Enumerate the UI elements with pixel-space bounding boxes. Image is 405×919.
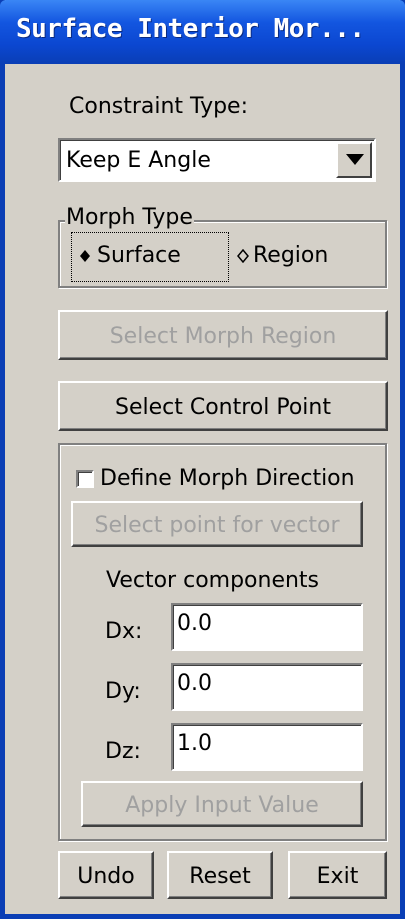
select-morph-region-label: Select Morph Region: [109, 324, 337, 349]
undo-button[interactable]: Undo: [58, 851, 154, 899]
dy-label: Dy:: [105, 679, 141, 704]
define-morph-direction-checkbox[interactable]: [76, 470, 94, 488]
title-bar[interactable]: Surface Interior Mor...: [0, 0, 405, 64]
apply-input-value-label: Apply Input Value: [125, 793, 319, 818]
window-title: Surface Interior Mor...: [16, 14, 365, 44]
radio-surface-label: Surface: [97, 243, 181, 268]
radio-region-label: Region: [253, 243, 329, 268]
reset-label: Reset: [189, 864, 251, 889]
constraint-type-label: Constraint Type:: [69, 94, 248, 119]
diamond-filled-icon: [80, 250, 90, 262]
diamond-outline-icon: [237, 248, 249, 264]
undo-label: Undo: [77, 864, 135, 889]
dx-label: Dx:: [105, 619, 143, 644]
morph-dialog: Surface Interior Mor... Constraint Type:…: [0, 0, 405, 919]
radio-surface[interactable]: Surface: [79, 243, 181, 268]
select-control-point-label: Select Control Point: [114, 395, 331, 420]
radio-region[interactable]: Region: [237, 243, 328, 268]
exit-button[interactable]: Exit: [288, 851, 387, 899]
dy-input[interactable]: 0.0: [171, 663, 363, 711]
select-morph-region-button[interactable]: Select Morph Region: [58, 310, 388, 360]
constraint-type-dropdown[interactable]: Keep E Angle: [58, 138, 376, 182]
apply-input-value-button[interactable]: Apply Input Value: [81, 781, 363, 827]
select-point-for-vector-label: Select point for vector: [94, 513, 340, 538]
dz-input[interactable]: 1.0: [171, 723, 363, 771]
dropdown-button[interactable]: [336, 142, 372, 178]
constraint-type-value: Keep E Angle: [66, 148, 211, 173]
vector-components-heading: Vector components: [106, 568, 320, 593]
exit-label: Exit: [316, 864, 359, 889]
dz-label: Dz:: [105, 739, 141, 764]
select-control-point-button[interactable]: Select Control Point: [58, 381, 388, 431]
select-point-for-vector-button[interactable]: Select point for vector: [71, 501, 363, 547]
chevron-down-icon: [346, 154, 364, 165]
define-morph-direction-label: Define Morph Direction: [100, 466, 355, 491]
reset-button[interactable]: Reset: [167, 851, 273, 899]
dx-input[interactable]: 0.0: [171, 603, 363, 651]
morph-type-legend: Morph Type: [65, 205, 194, 230]
